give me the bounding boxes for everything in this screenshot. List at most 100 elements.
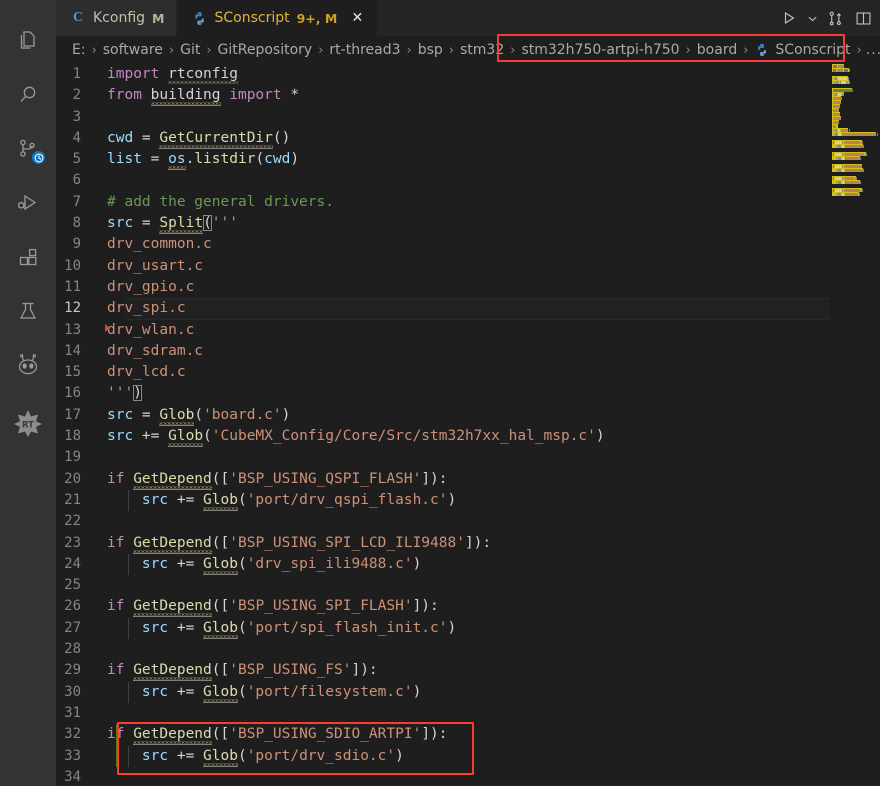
sidebar-item-explorer[interactable] <box>0 14 56 68</box>
code-line[interactable]: 26 if GetDepend(['BSP_USING_SPI_FLASH']): <box>56 596 830 618</box>
token: ([ <box>211 470 230 487</box>
token: ]): <box>351 662 378 679</box>
code-line[interactable]: 7 # add the general drivers. <box>56 192 830 213</box>
code-line[interactable]: 33 src += Glob('port/drv_sdio.c') <box>56 745 830 767</box>
breadcrumb-item-sconscript[interactable]: SConscript <box>752 42 852 58</box>
code-text: src = Glob('board.c') <box>102 405 290 426</box>
code-text: drv_spi.c <box>102 298 186 319</box>
chevron-down-icon[interactable] <box>804 3 820 33</box>
code-line[interactable]: 3 <box>56 107 830 128</box>
code-text: src = Split(''' <box>102 213 238 235</box>
code-line[interactable]: 14 drv_sdram.c <box>56 341 830 362</box>
git-added-marker <box>116 724 119 746</box>
source-control-button[interactable] <box>822 3 848 33</box>
run-debug-icon <box>15 190 41 216</box>
line-number: 3 <box>72 108 81 125</box>
token: listdir <box>194 151 256 168</box>
code-line[interactable]: 34 <box>56 767 830 786</box>
breadcrumb-item[interactable]: board <box>695 42 739 58</box>
breadcrumb-item[interactable]: stm32 <box>458 42 506 58</box>
token: drv_lcd.c <box>107 364 186 381</box>
code-line[interactable]: 2 from building import * <box>56 85 830 107</box>
token: ) <box>412 683 422 700</box>
code-line[interactable]: 8 src = Split(''' <box>56 213 830 235</box>
split-editor-button[interactable] <box>850 3 876 33</box>
token: 'port/drv_qspi_flash.c' <box>246 491 448 508</box>
breadcrumb-ellipsis[interactable]: ... <box>866 42 880 58</box>
close-icon[interactable]: ✕ <box>349 10 365 26</box>
code-line[interactable]: 10 drv_usart.c <box>56 256 830 277</box>
sidebar-item-run-debug[interactable] <box>0 176 56 230</box>
tab-modified-badge: 9+, M <box>296 10 338 26</box>
sidebar-item-rt-thread[interactable]: RT <box>0 396 56 450</box>
source-control-clock-badge <box>31 150 46 165</box>
code-line[interactable]: 12 drv_spi.c <box>56 298 880 320</box>
code-line[interactable]: 31 <box>56 703 830 724</box>
code-line[interactable]: 13 drv_wlan.c <box>56 320 830 341</box>
code-line[interactable]: 19 <box>56 447 830 468</box>
breakpoint-arrow-icon[interactable] <box>105 323 110 332</box>
token: drv_wlan.c <box>107 321 195 338</box>
code-text: cwd = GetCurrentDir() <box>102 128 290 149</box>
breadcrumb-item[interactable]: GitRepository <box>216 42 315 58</box>
sidebar-item-extensions[interactable] <box>0 230 56 284</box>
code-line[interactable]: 20 if GetDepend(['BSP_USING_QSPI_FLASH'])… <box>56 469 830 490</box>
code-line[interactable]: 1 import rtconfig <box>56 64 830 85</box>
code-line[interactable]: 32 if GetDepend(['BSP_USING_SDIO_ARTPI'])… <box>56 724 830 746</box>
breadcrumb-item[interactable]: bsp <box>416 42 445 58</box>
minimap[interactable] <box>830 64 880 786</box>
code-line[interactable]: 24 src += Glob('drv_spi_ili9488.c') <box>56 553 830 576</box>
breadcrumb-separator: › <box>318 42 324 58</box>
editor[interactable]: 1 import rtconfig 2 from building import * 3… <box>56 64 880 786</box>
breadcrumb[interactable]: E: › software › Git › GitRepository › rt… <box>56 36 880 64</box>
code-line[interactable]: 9 drv_common.c <box>56 234 830 255</box>
code-text: drv_usart.c <box>102 256 203 277</box>
code-text: drv_common.c <box>102 234 212 255</box>
token: ( <box>237 619 247 636</box>
code-line[interactable]: 15 drv_lcd.c <box>56 362 830 383</box>
code-line[interactable]: 29 if GetDepend(['BSP_USING_FS']): <box>56 660 830 682</box>
code-line[interactable]: 28 <box>56 639 830 660</box>
tab-sconscript[interactable]: SConscript 9+, M ✕ <box>177 0 379 36</box>
line-number: 24 <box>64 555 81 572</box>
code-line[interactable]: 11 drv_gpio.c <box>56 277 830 298</box>
code-line[interactable]: 4 cwd = GetCurrentDir() <box>56 128 830 149</box>
token: * <box>290 87 300 104</box>
code-line[interactable]: 23 if GetDepend(['BSP_USING_SPI_LCD_ILI94… <box>56 533 830 554</box>
code-line[interactable]: 21 src += Glob('port/drv_qspi_flash.c') <box>56 489 830 512</box>
code-line[interactable]: 18 src += Glob('CubeMX_Config/Core/Src/st… <box>56 426 830 448</box>
code-line[interactable]: 6 <box>56 170 830 191</box>
code-line[interactable]: 5 list = os.listdir(cwd) <box>56 149 830 171</box>
line-number: 32 <box>64 726 81 743</box>
vscode-window: RT C Kconfig M SConscript 9+, M ✕ E: › s… <box>0 0 880 786</box>
token: import <box>229 87 282 104</box>
token: ) <box>281 406 291 423</box>
code-line[interactable]: 16 ''') <box>56 383 830 404</box>
breadcrumb-item[interactable]: software <box>101 42 165 58</box>
token: ( <box>203 215 212 232</box>
code-line[interactable]: 27 src += Glob('port/spi_flash_init.c') <box>56 617 830 640</box>
breadcrumb-item[interactable]: Git <box>178 42 202 58</box>
token: += <box>168 555 204 572</box>
sidebar-item-testing[interactable] <box>0 284 56 338</box>
token: ) <box>595 428 605 445</box>
run-button[interactable] <box>776 3 802 33</box>
sidebar-item-search[interactable] <box>0 68 56 122</box>
code-line[interactable]: 30 src += Glob('port/filesystem.c') <box>56 681 830 703</box>
breadcrumb-item[interactable]: rt-thread3 <box>327 42 402 58</box>
token: src <box>141 683 169 700</box>
sidebar-item-source-control[interactable] <box>0 122 56 176</box>
code-text: if GetDepend(['BSP_USING_SDIO_ARTPI']): <box>102 724 448 746</box>
code-line[interactable]: 22 <box>56 511 830 532</box>
sidebar-item-robot[interactable] <box>0 338 56 392</box>
code-lines[interactable]: 1 import rtconfig 2 from building import * 3… <box>56 64 880 786</box>
breadcrumb-item[interactable]: stm32h750-artpi-h750 <box>519 42 681 58</box>
tab-kconfig[interactable]: C Kconfig M <box>56 0 178 36</box>
code-line[interactable]: 25 <box>56 575 830 596</box>
code-line[interactable]: 17 src = Glob('board.c') <box>56 405 830 426</box>
breadcrumb-item[interactable]: E: <box>70 42 88 58</box>
